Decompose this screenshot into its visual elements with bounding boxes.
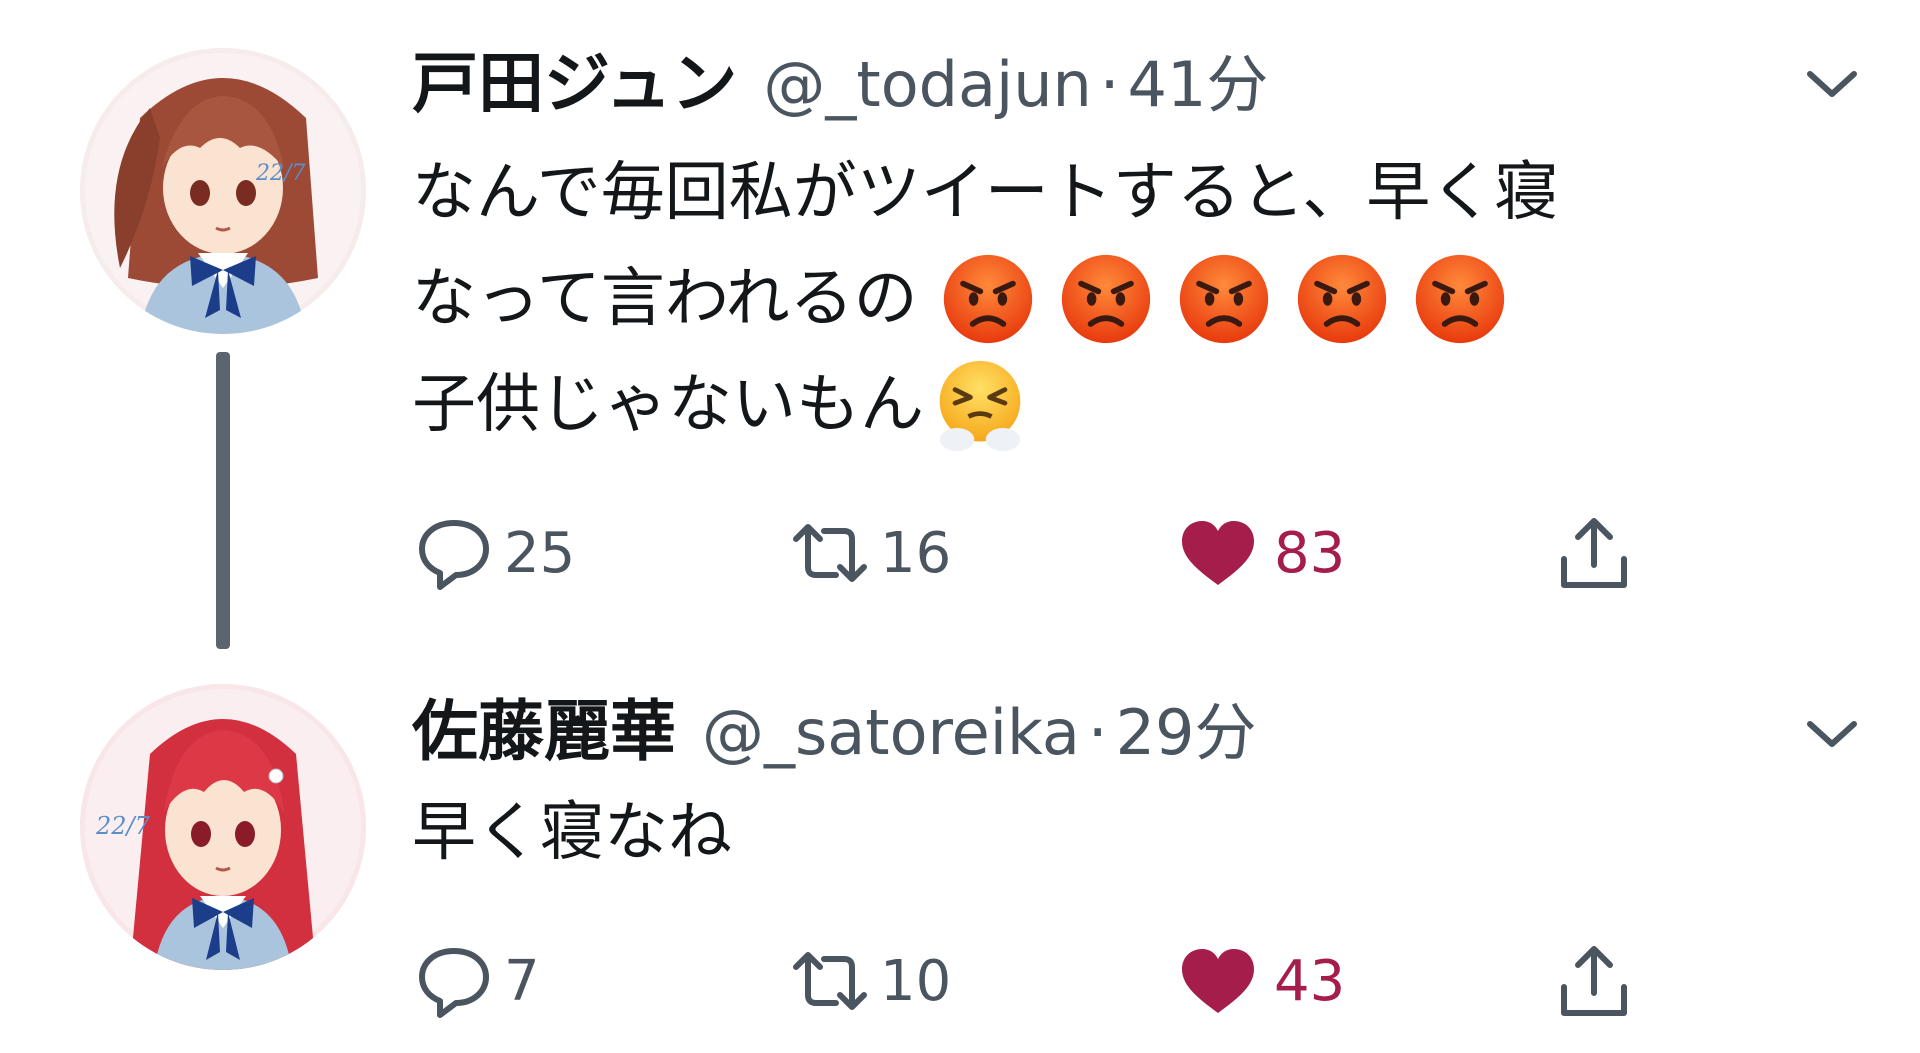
heart-icon xyxy=(1176,511,1260,595)
like-count: 83 xyxy=(1274,520,1346,586)
separator: · xyxy=(1087,696,1108,769)
svg-text:22/7: 22/7 xyxy=(255,161,305,186)
share-icon xyxy=(1552,939,1636,1023)
pouting-face-icon xyxy=(940,251,1036,347)
tweet-actions: 7 10 43 xyxy=(412,936,1692,1026)
reply-button[interactable]: 25 xyxy=(412,508,575,598)
face-with-steam-from-nose-icon xyxy=(932,357,1028,453)
tweet-text: なんで毎回私がツイートすると、早く寝 なって言われるの 子供じゃないもん xyxy=(412,140,1832,458)
display-name[interactable]: 戸田ジュン xyxy=(412,30,737,126)
tweet-text-line: 子供じゃないもん xyxy=(412,352,1832,458)
thread-connector xyxy=(216,352,230,649)
tweet[interactable]: 22/7 戸田ジュン @_todajun · 41分 なんで毎回私がツイートする… xyxy=(0,0,1920,650)
reply-button[interactable]: 7 xyxy=(412,936,540,1026)
pouting-face-icon xyxy=(1294,251,1390,347)
timestamp[interactable]: 29分 xyxy=(1116,682,1257,772)
handle[interactable]: @_satoreika xyxy=(702,696,1080,769)
tweet-text-segment: 子供じゃないもん xyxy=(412,368,924,442)
chevron-down-icon[interactable] xyxy=(1802,64,1862,104)
like-button[interactable]: 83 xyxy=(1176,508,1345,598)
reply-bubble-icon xyxy=(412,939,496,1023)
reply-count: 7 xyxy=(504,948,540,1014)
handle[interactable]: @_todajun xyxy=(763,48,1091,121)
tweet-header: 佐藤麗華 @_satoreika · 29分 xyxy=(412,678,1800,778)
timestamp[interactable]: 41分 xyxy=(1128,34,1269,124)
retweet-icon xyxy=(788,511,872,595)
tweet-text: 早く寝なね xyxy=(412,780,1832,886)
like-button[interactable]: 43 xyxy=(1176,936,1345,1026)
reply-bubble-icon xyxy=(412,511,496,595)
tweet[interactable]: 22/7 佐藤麗華 @_satoreika · 29分 早く寝なね 7 10 4… xyxy=(0,650,1920,1053)
display-name[interactable]: 佐藤麗華 xyxy=(412,678,676,774)
retweet-button[interactable]: 16 xyxy=(788,508,951,598)
svg-text:22/7: 22/7 xyxy=(95,812,151,840)
retweet-count: 10 xyxy=(880,948,952,1014)
like-count: 43 xyxy=(1274,948,1346,1014)
avatar[interactable]: 22/7 xyxy=(80,684,366,970)
tweet-text-line: なって言われるの xyxy=(412,246,1832,352)
pouting-face-icon xyxy=(1412,251,1508,347)
retweet-count: 16 xyxy=(880,520,952,586)
tweet-text-line: 早く寝なね xyxy=(412,796,732,870)
reply-count: 25 xyxy=(504,520,576,586)
tweet-text-segment: なって言われるの xyxy=(412,262,918,336)
avatar[interactable]: 22/7 xyxy=(80,48,366,334)
pouting-face-icon xyxy=(1176,251,1272,347)
tweet-header: 戸田ジュン @_todajun · 41分 xyxy=(412,30,1800,130)
retweet-button[interactable]: 10 xyxy=(788,936,951,1026)
share-button[interactable] xyxy=(1552,508,1636,598)
tweet-actions: 25 16 83 xyxy=(412,508,1692,598)
share-icon xyxy=(1552,511,1636,595)
share-button[interactable] xyxy=(1552,936,1636,1026)
pouting-face-icon xyxy=(1058,251,1154,347)
separator: · xyxy=(1099,48,1120,121)
heart-icon xyxy=(1176,939,1260,1023)
retweet-icon xyxy=(788,939,872,1023)
chevron-down-icon[interactable] xyxy=(1802,714,1862,754)
tweet-text-line: なんで毎回私がツイートすると、早く寝 xyxy=(412,156,1559,230)
